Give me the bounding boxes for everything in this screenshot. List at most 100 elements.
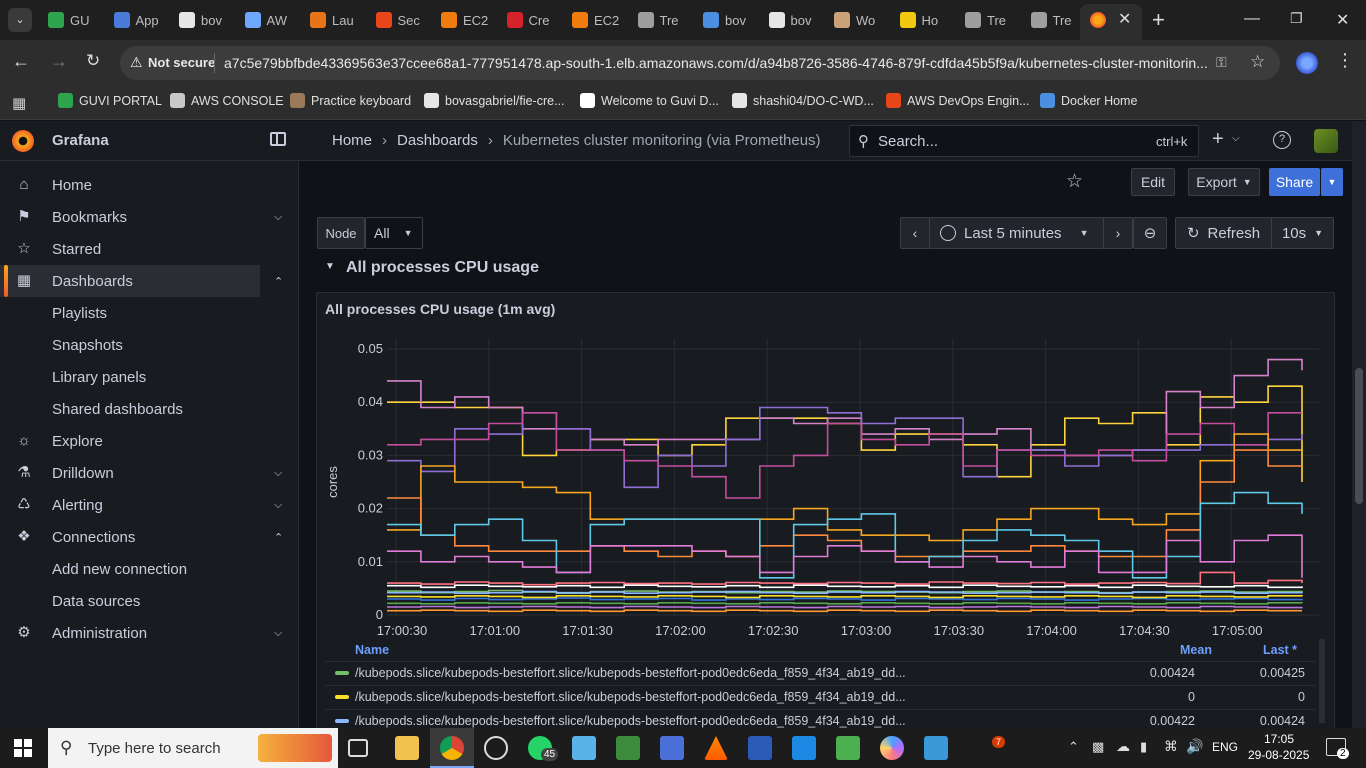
- chevron-icon[interactable]: ⌵: [274, 627, 282, 640]
- chatgpt-icon[interactable]: [484, 736, 508, 760]
- browser-tab[interactable]: Lau: [310, 6, 362, 34]
- apps-grid-icon[interactable]: ▦: [12, 94, 26, 112]
- bookmark-item[interactable]: shashi04/DO-C-WD...: [732, 93, 874, 108]
- edit-button[interactable]: Edit: [1131, 168, 1175, 196]
- legend-row[interactable]: /kubepods.slice/kubepods-besteffort.slic…: [325, 685, 1315, 709]
- search-box[interactable]: ⚲ Search... ctrl+k: [849, 125, 1199, 157]
- app-icon-image[interactable]: [616, 736, 640, 760]
- bookmark-item[interactable]: Docker Home: [1040, 93, 1137, 108]
- sidebar-item-explore[interactable]: ☼ Explore: [0, 425, 290, 457]
- legend-header-last[interactable]: Last *: [1263, 643, 1297, 657]
- chevron-icon[interactable]: ⌵: [274, 211, 282, 224]
- minimize-button[interactable]: —: [1244, 10, 1260, 28]
- browser-tab[interactable]: bov: [768, 6, 821, 34]
- browser-tab[interactable]: EC2: [572, 6, 624, 34]
- active-tab-grafana[interactable]: ✕: [1080, 4, 1142, 40]
- cpu-usage-chart[interactable]: 0 0.01 0.02 0.03 0.04 0.05 17:00:30 17:01:00 17:…: [317, 329, 1335, 639]
- onedrive-icon[interactable]: ☁: [1116, 738, 1130, 755]
- copilot-icon[interactable]: [880, 736, 904, 760]
- zoom-out-button[interactable]: ⊖: [1133, 217, 1167, 249]
- browser-tab[interactable]: Tre: [637, 6, 690, 34]
- bookmark-item[interactable]: Practice keyboard: [290, 93, 411, 108]
- star-dashboard-icon[interactable]: ☆: [1066, 170, 1083, 193]
- task-view-icon[interactable]: [348, 739, 368, 757]
- sidebar-item-library-panels[interactable]: Library panels: [0, 361, 290, 393]
- refresh-button[interactable]: ↻ Refresh: [1175, 217, 1272, 249]
- sidebar-item-playlists[interactable]: Playlists: [0, 297, 290, 329]
- brand-name[interactable]: Grafana: [52, 132, 109, 149]
- share-button[interactable]: Share: [1269, 168, 1320, 196]
- bookmark-item[interactable]: AWS CONSOLE: [170, 93, 284, 108]
- breadcrumb-dashboards[interactable]: Dashboards: [397, 132, 478, 149]
- sidebar-item-snapshots[interactable]: Snapshots: [0, 329, 290, 361]
- language-indicator[interactable]: ENG: [1212, 740, 1238, 754]
- browser-tab[interactable]: App: [113, 6, 166, 34]
- legend-header-name[interactable]: Name: [355, 643, 389, 657]
- time-back-button[interactable]: ‹: [900, 217, 930, 249]
- help-icon[interactable]: ?: [1273, 131, 1291, 149]
- bookmark-item[interactable]: GUVI PORTAL: [58, 93, 162, 108]
- browser-tab[interactable]: Sec: [375, 6, 428, 34]
- page-scrollbar[interactable]: [1352, 121, 1366, 728]
- browser-tab[interactable]: GU: [48, 6, 100, 34]
- browser-tab[interactable]: Ho: [899, 6, 952, 34]
- sidebar-item-alerting[interactable]: ♺ Alerting ⌵: [0, 489, 290, 521]
- app-icon-remote[interactable]: [660, 736, 684, 760]
- sidebar-item-connections[interactable]: ❖ Connections ⌃: [0, 521, 290, 553]
- sidebar-item-starred[interactable]: ☆ Starred: [0, 233, 290, 265]
- row-title[interactable]: All processes CPU usage: [346, 259, 539, 277]
- sidebar-item-bookmarks[interactable]: ⚑ Bookmarks ⌵: [0, 201, 290, 233]
- add-new-icon[interactable]: +: [1212, 128, 1224, 151]
- panel-title[interactable]: All processes CPU usage (1m avg): [325, 301, 555, 317]
- chevron-icon[interactable]: ⌵: [274, 467, 282, 480]
- legend-header-mean[interactable]: Mean: [1180, 643, 1212, 657]
- row-collapse-icon[interactable]: ▼: [325, 261, 335, 272]
- time-range-picker[interactable]: Last 5 minutes ▼: [929, 217, 1104, 249]
- powershell-icon[interactable]: [748, 736, 772, 760]
- tray-chevron-icon[interactable]: ⌃: [1068, 739, 1079, 755]
- browser-tab[interactable]: Tre: [1030, 6, 1083, 34]
- grafana-logo-icon[interactable]: [12, 130, 34, 152]
- bookmark-item[interactable]: Welcome to Guvi D...: [580, 93, 719, 108]
- chevron-icon[interactable]: ⌃: [274, 275, 283, 288]
- legend-row[interactable]: /kubepods.slice/kubepods-besteffort.slic…: [325, 661, 1315, 685]
- vscode-icon[interactable]: [792, 736, 816, 760]
- tray-camera-icon[interactable]: ▩: [1092, 739, 1104, 755]
- clock-time[interactable]: 17:05: [1264, 732, 1294, 746]
- dock-menu-icon[interactable]: [270, 132, 286, 146]
- password-key-icon[interactable]: ⚿: [1216, 54, 1227, 71]
- vlc-icon[interactable]: [704, 736, 728, 760]
- back-button[interactable]: ←: [12, 51, 30, 72]
- reload-button[interactable]: ↻: [86, 51, 100, 71]
- bookmark-star-icon[interactable]: ☆: [1250, 52, 1265, 72]
- browser-tab[interactable]: Tre: [965, 6, 1017, 34]
- forward-button[interactable]: →: [50, 51, 68, 72]
- address-bar[interactable]: ⚠ Not secure a7c5e79bbfbde43369563e37cce…: [120, 46, 1280, 80]
- browser-tab[interactable]: AW: [244, 6, 297, 34]
- chevron-icon[interactable]: ⌵: [274, 499, 282, 512]
- bookmark-item[interactable]: AWS DevOps Engin...: [886, 93, 1030, 108]
- file-explorer-icon[interactable]: [395, 736, 419, 760]
- browser-menu-icon[interactable]: ⋮: [1336, 50, 1354, 71]
- sidebar-item-data-sources[interactable]: Data sources: [0, 585, 290, 617]
- variable-node-select[interactable]: All ▼: [365, 217, 423, 249]
- legend-scrollbar[interactable]: [1319, 639, 1325, 723]
- browser-tab[interactable]: Wo: [834, 6, 886, 34]
- chevron-icon[interactable]: ⌃: [274, 531, 283, 544]
- sidebar-item-shared-dashboards[interactable]: Shared dashboards: [0, 393, 290, 425]
- maximize-button[interactable]: ❐: [1290, 10, 1303, 27]
- taskbar-search[interactable]: ⚲ Type here to search: [48, 728, 338, 768]
- add-chevron-icon[interactable]: ⌵: [1232, 133, 1240, 144]
- wifi-icon[interactable]: ⌘: [1164, 738, 1178, 755]
- close-window-button[interactable]: ✕: [1336, 10, 1349, 30]
- sidebar-item-add-new-connection[interactable]: Add new connection: [0, 553, 290, 585]
- volume-icon[interactable]: 🔊: [1186, 738, 1203, 755]
- url-text[interactable]: a7c5e79bbfbde43369563e37ccee68a1-7779514…: [224, 55, 1209, 71]
- time-forward-button[interactable]: ›: [1103, 217, 1133, 249]
- battery-icon[interactable]: ▮: [1140, 739, 1147, 755]
- browser-tab[interactable]: EC2: [441, 6, 493, 34]
- chrome-icon[interactable]: [440, 736, 464, 760]
- user-avatar[interactable]: [1314, 129, 1338, 153]
- browser-tab[interactable]: bov: [179, 6, 231, 34]
- new-tab-button[interactable]: +: [1152, 7, 1165, 33]
